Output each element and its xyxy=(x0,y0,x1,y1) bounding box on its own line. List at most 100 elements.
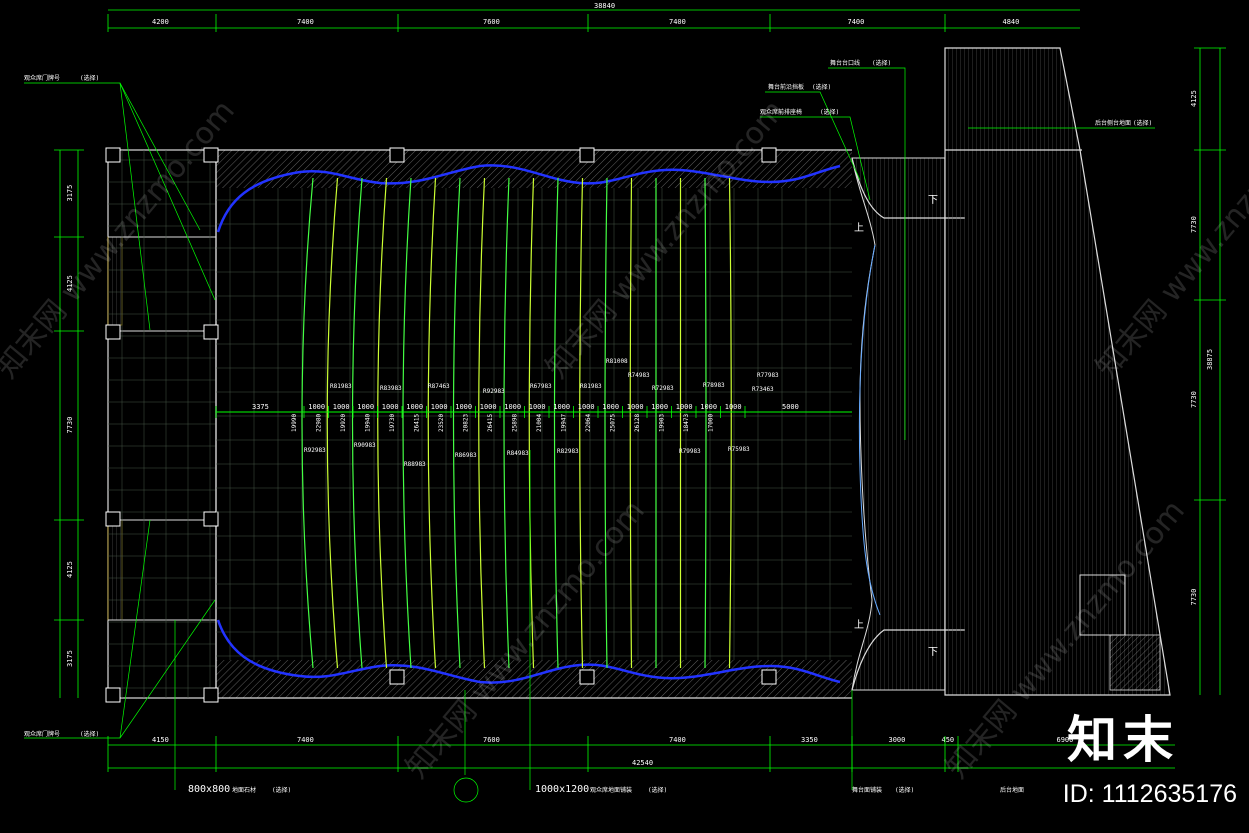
image-id: ID: 1112635176 xyxy=(1062,780,1237,808)
row-length-label-4: 19730 xyxy=(389,414,396,432)
radius-lower-1: R90983 xyxy=(354,442,376,449)
row-spacing-dim-2: 1000 xyxy=(333,403,350,411)
row-spacing-dim-7: 1000 xyxy=(455,403,472,411)
row-length-label-12: 22064 xyxy=(585,414,592,432)
row-spacing-dim-18: 1000 xyxy=(725,403,742,411)
row-length-label-10: 21004 xyxy=(536,414,543,432)
top-dim-5: 4840 xyxy=(1003,18,1020,26)
row-length-label-2: 19920 xyxy=(340,414,347,432)
center-row-dimension: 3375 1000 1000 1000 1000 1000 1000 1000 1000 1000… xyxy=(215,358,852,468)
note-bottom-4: 后台地面 xyxy=(1000,786,1024,794)
radius-upper-11: R73463 xyxy=(752,386,774,393)
row-spacing-dim-9: 1000 xyxy=(504,403,521,411)
row-length-label-0: 19990 xyxy=(291,414,298,432)
backstage-area xyxy=(944,47,1171,696)
row-spacing-dim-8: 1000 xyxy=(480,403,497,411)
left-dim-4: 3175 xyxy=(66,650,74,667)
note-left-bottom: 观众席门牌号 xyxy=(24,730,60,738)
stage-mark-down-2: 下 xyxy=(928,647,938,658)
note-bottom-2-text: 观众席地面铺装 xyxy=(590,786,632,794)
row-spacing-dim-14: 1000 xyxy=(627,403,644,411)
row-spacing-dim-1: 1000 xyxy=(308,403,325,411)
row-length-label-7: 20823 xyxy=(463,414,470,432)
radius-upper-3: R92983 xyxy=(483,388,505,395)
bottom-dim-2: 7600 xyxy=(483,736,500,744)
radius-lower-5: R82983 xyxy=(557,448,579,455)
note-left-bottom-tag: (选择) xyxy=(80,730,99,738)
radius-upper-9: R78983 xyxy=(703,382,725,389)
row-spacing-dim-4: 1000 xyxy=(382,403,399,411)
row-length-label-15: 19903 xyxy=(659,414,666,432)
stage-mark-up-1: 上 xyxy=(854,222,864,234)
note-bottom-3: 舞台面铺装 xyxy=(852,786,882,794)
column-10 xyxy=(105,324,121,340)
note-left-top: 观众席门牌号 xyxy=(24,74,60,82)
radius-upper-10: R77983 xyxy=(757,372,779,379)
right-dim-2: 7730 xyxy=(1190,391,1198,408)
row-length-label-8: 26415 xyxy=(487,414,494,432)
left-dim-2: 7730 xyxy=(66,417,74,434)
radius-lower-0: R92983 xyxy=(304,447,326,454)
column-9 xyxy=(761,669,777,685)
radius-upper-0: R81983 xyxy=(330,383,352,390)
column-7 xyxy=(389,669,405,685)
column-6 xyxy=(203,687,219,703)
row-length-label-17: 17000 xyxy=(708,414,715,432)
right-dim-3: 7730 xyxy=(1190,589,1198,606)
row-length-label-13: 25075 xyxy=(610,414,617,432)
bottom-total-dim: 42540 xyxy=(632,759,653,767)
note-bottom-2-size: 1000x1200 xyxy=(535,784,589,795)
seat-row-4 xyxy=(377,177,388,669)
column-11 xyxy=(203,324,219,340)
seat-row-8 xyxy=(478,177,486,669)
note-top-right-1: 舞台台口线 xyxy=(830,59,860,67)
watermark-3: 知末网 www.znzmo.com xyxy=(539,94,791,385)
row-length-label-5: 26415 xyxy=(414,414,421,432)
radius-upper-2: R87463 xyxy=(428,383,450,390)
row-length-label-3: 19940 xyxy=(365,414,372,432)
bottom-dim-3: 7400 xyxy=(669,736,686,744)
radius-lower-2: R88983 xyxy=(404,461,426,468)
radius-upper-5: R81983 xyxy=(580,383,602,390)
row-length-label-11: 19947 xyxy=(561,414,568,432)
seat-row-9 xyxy=(503,177,510,669)
brand-logo: 知末 xyxy=(1067,711,1179,769)
row-spacing-dim-5: 1000 xyxy=(406,403,423,411)
row-spacing-dim-15: 1000 xyxy=(651,403,668,411)
radius-lower-6: R79983 xyxy=(679,448,701,455)
seat-row-17 xyxy=(704,177,707,669)
auditorium-grid xyxy=(216,188,852,660)
right-dim-1: 7730 xyxy=(1190,216,1198,233)
note-top-right-2-tag: (选择) xyxy=(812,83,831,91)
column-8 xyxy=(579,669,595,685)
note-bottom-1-tag: (选择) xyxy=(272,786,291,794)
seat-row-13 xyxy=(604,177,608,669)
note-bottom-1-size: 800x800 xyxy=(188,784,230,795)
watermark-4: 知末网 www.znzmo.com xyxy=(1089,94,1249,385)
radius-lower-4: R84983 xyxy=(507,450,529,457)
radius-upper-6: R81008 xyxy=(606,358,628,365)
row-spacing-dim-16: 1000 xyxy=(676,403,693,411)
note-stage-right: 后台侧台地面 xyxy=(1095,119,1131,127)
column-0 xyxy=(105,147,121,163)
row-spacing-dim-3: 1000 xyxy=(357,403,374,411)
note-top-right-3-tag: (选择) xyxy=(820,108,839,116)
top-dim-2: 7600 xyxy=(483,18,500,26)
row-spacing-dim-13: 1000 xyxy=(602,403,619,411)
row-length-label-14: 26128 xyxy=(634,414,641,432)
seat-row-18 xyxy=(728,177,732,669)
seat-row-6 xyxy=(427,177,437,669)
top-dim-3: 7400 xyxy=(669,18,686,26)
note-left-top-tag: (选择) xyxy=(80,74,99,82)
bottom-dim-1: 7400 xyxy=(297,736,314,744)
row-spacing-dim-19: 5000 xyxy=(782,403,799,411)
radius-upper-8: R72983 xyxy=(652,385,674,392)
bottom-dim-5: 3000 xyxy=(889,736,906,744)
note-bottom-2-tag: (选择) xyxy=(648,786,667,794)
row-length-label-9: 25898 xyxy=(512,414,519,432)
watermark-1: 知末网 www.znzmo.com xyxy=(0,94,242,385)
seat-row-1 xyxy=(301,177,314,669)
column-13 xyxy=(203,511,219,527)
column-12 xyxy=(105,511,121,527)
row-spacing-dim-10: 1000 xyxy=(529,403,546,411)
